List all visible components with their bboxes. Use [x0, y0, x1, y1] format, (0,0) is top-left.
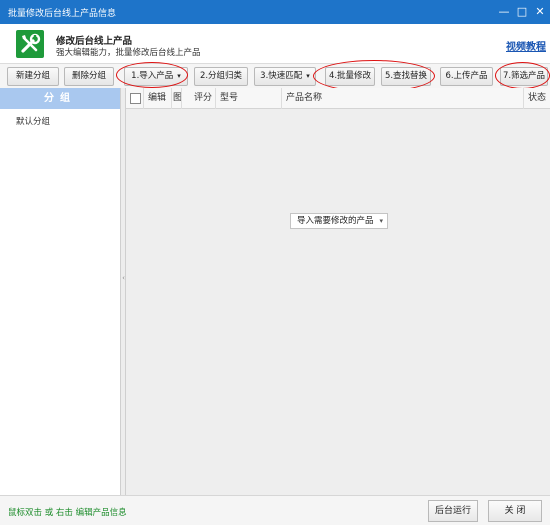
maximize-icon[interactable]: □ [513, 3, 531, 21]
close-button[interactable]: 关 闭 [488, 500, 542, 522]
column-header-product-name[interactable]: 产品名称 [282, 88, 524, 109]
chevron-down-icon: ▾ [379, 217, 383, 225]
select-all-cell [126, 88, 144, 109]
import-products-dropdown[interactable]: 导入需要修改的产品 ▾ [290, 213, 388, 229]
header-subtitle: 强大编辑能力，批量修改后台线上产品 [56, 48, 201, 58]
wrench-screwdriver-icon [16, 30, 44, 58]
group-classify-button-label: 2.分组归类 [199, 71, 243, 81]
table-header: 编辑 图 评分 型号 产品名称 状态 [126, 88, 550, 109]
window-title: 批量修改后台线上产品信息 [8, 9, 117, 19]
new-group-button[interactable]: 新建分组 [7, 67, 59, 86]
chevron-down-icon: ▾ [306, 72, 310, 80]
toolbar: 新建分组 删除分组 1.导入产品 ▾ 2.分组归类 3.快速匹配 ▾ 4.批量修改 … [0, 64, 550, 88]
header-title: 修改后台线上产品 [56, 36, 133, 47]
column-header-image[interactable]: 图 [172, 88, 182, 109]
delete-group-button[interactable]: 删除分组 [64, 67, 114, 86]
header: 修改后台线上产品 强大编辑能力，批量修改后台线上产品 视频教程 [0, 24, 550, 64]
new-group-button-label: 新建分组 [15, 71, 50, 81]
close-icon[interactable]: ✕ [531, 3, 549, 21]
column-header-edit[interactable]: 编辑 [144, 88, 172, 109]
upload-products-button[interactable]: 6.上传产品 [440, 67, 493, 86]
product-grid: 编辑 图 评分 型号 产品名称 状态 导入需要修改的产品 ▾ [126, 88, 550, 495]
column-header-rating[interactable]: 评分 [190, 88, 216, 109]
group-panel: 分组 默认分组 [0, 88, 121, 495]
edit-hint-text: 鼠标双击 或 右击 编辑产品信息 [8, 508, 127, 518]
annotation-circle [116, 62, 188, 88]
group-item-default[interactable]: 默认分组 [0, 109, 120, 127]
import-dropdown-label: 导入需要修改的产品 [297, 216, 374, 226]
select-all-checkbox[interactable] [130, 93, 141, 104]
minimize-icon[interactable]: — [495, 3, 513, 21]
title-bar: 批量修改后台线上产品信息 — □ ✕ [0, 0, 550, 24]
status-bar: 鼠标双击 或 右击 编辑产品信息 后台运行 关 闭 [0, 495, 550, 525]
column-header-status[interactable]: 状态 [524, 88, 550, 109]
quick-match-button-label: 3.快速匹配 [260, 71, 303, 81]
grid-body: 导入需要修改的产品 ▾ [126, 109, 550, 495]
group-panel-header: 分组 [0, 88, 120, 109]
group-classify-button[interactable]: 2.分组归类 [194, 67, 248, 86]
run-background-button[interactable]: 后台运行 [428, 500, 478, 522]
column-header-model[interactable]: 型号 [216, 88, 282, 109]
upload-products-button-label: 6.上传产品 [445, 71, 488, 81]
quick-match-button[interactable]: 3.快速匹配 ▾ [254, 67, 316, 86]
annotation-circle [495, 62, 550, 89]
video-tutorial-link[interactable]: 视频教程 [506, 38, 546, 53]
delete-group-button-label: 删除分组 [71, 71, 106, 81]
